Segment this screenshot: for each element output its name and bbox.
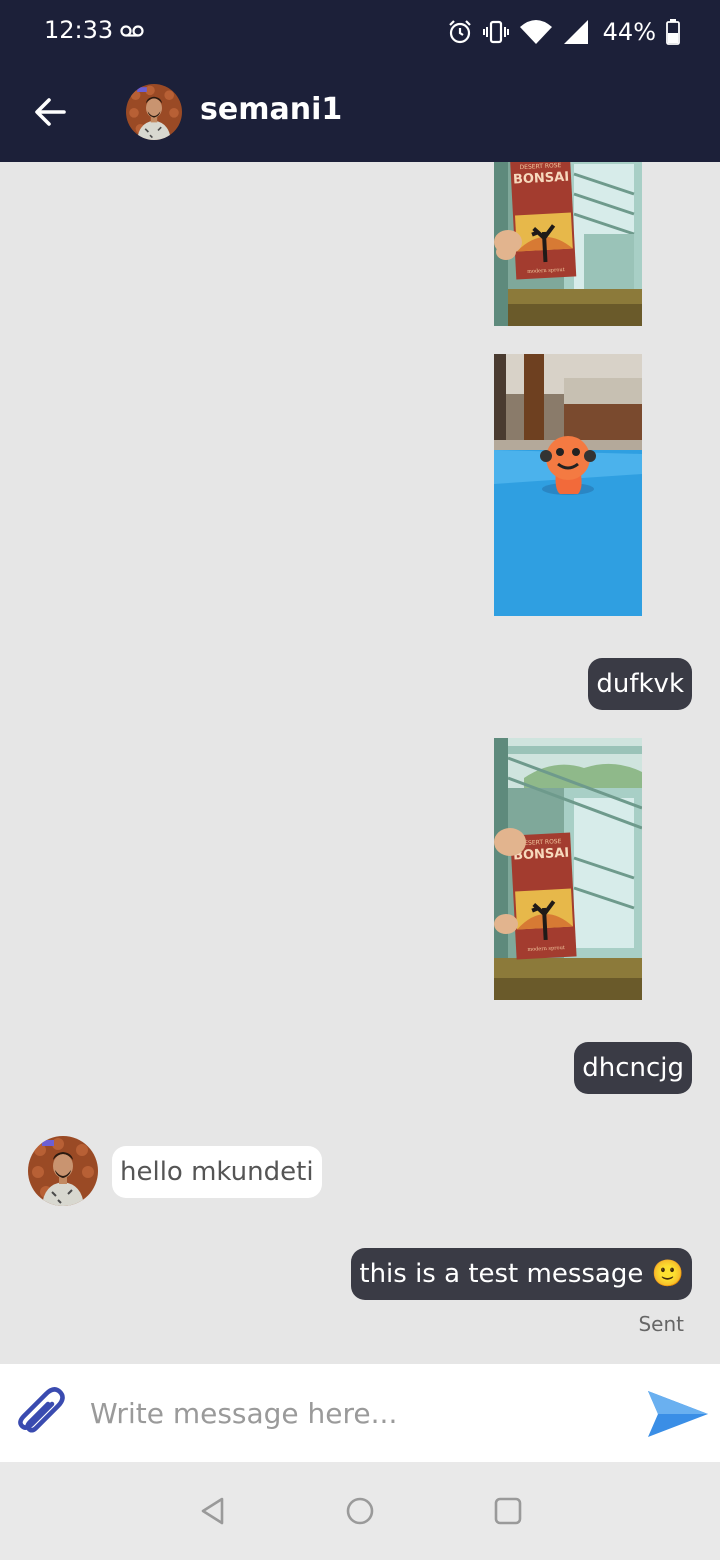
arrow-left-icon [35, 98, 66, 126]
status-icons: 44% [447, 16, 680, 48]
incoming-message[interactable]: hello mkundeti [112, 1146, 322, 1198]
alarm-icon [448, 20, 471, 44]
signal-icon [563, 20, 588, 44]
outgoing-message[interactable]: dhcncjg [574, 1042, 692, 1094]
square-recents-icon [494, 1497, 522, 1525]
message-input[interactable] [90, 1388, 610, 1438]
message-text: dhcncjg [582, 1053, 684, 1083]
message-text: dufkvk [596, 669, 684, 699]
outgoing-message[interactable]: dufkvk [588, 658, 692, 710]
message-text: this is a test message 🙂 [359, 1259, 684, 1289]
avatar-image [28, 1136, 98, 1206]
message-text: hello mkundeti [120, 1157, 314, 1187]
wifi-icon [519, 20, 552, 44]
message-composer [0, 1364, 720, 1462]
message-image[interactable]: DESERT ROSE BONSAI modern sprout [494, 738, 642, 1000]
contact-avatar[interactable] [126, 84, 182, 140]
sender-avatar[interactable] [28, 1136, 98, 1206]
circle-home-icon [346, 1497, 374, 1525]
status-bar: 12:33 44% [0, 0, 720, 62]
attach-button[interactable] [12, 1384, 72, 1444]
system-nav-bar [0, 1462, 720, 1560]
chat-header: semani1 [0, 62, 720, 162]
nav-recents-button[interactable] [491, 1494, 525, 1528]
voicemail-icon [120, 25, 144, 37]
message-image[interactable] [494, 354, 642, 616]
battery-percent: 44% [602, 18, 656, 46]
photo-bonsai-card: DESERT ROSE BONSAI modern sprout [494, 738, 642, 1000]
battery-icon [666, 19, 680, 45]
card-brand: BONSAI [513, 170, 570, 188]
message-image[interactable]: DESERT ROSE BONSAI modern sprout [494, 162, 642, 326]
status-time: 12:33 [44, 16, 114, 44]
photo-bonsai-card: DESERT ROSE BONSAI modern sprout [494, 162, 642, 326]
nav-back-button[interactable] [196, 1494, 230, 1528]
paperclip-icon [18, 1387, 65, 1433]
send-button[interactable] [644, 1384, 712, 1444]
nav-home-button[interactable] [343, 1494, 377, 1528]
avatar-image [126, 84, 182, 140]
back-button[interactable] [28, 90, 72, 134]
outgoing-message[interactable]: this is a test message 🙂 [351, 1248, 692, 1300]
send-icon [648, 1391, 708, 1437]
vibrate-icon [482, 20, 509, 44]
contact-name[interactable]: semani1 [200, 92, 342, 127]
message-list[interactable]: DESERT ROSE BONSAI modern sprout dufkvk … [0, 162, 720, 1364]
triangle-back-icon [201, 1497, 224, 1525]
photo-orange-toy [494, 354, 642, 616]
message-status: Sent [638, 1312, 684, 1336]
